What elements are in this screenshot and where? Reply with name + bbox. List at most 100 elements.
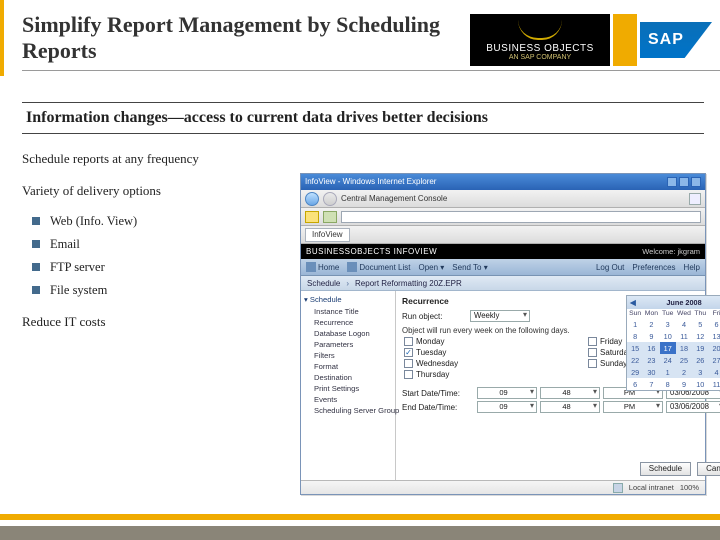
day-tuesday[interactable]: ✓Tuesday [404,348,566,357]
browser-tab[interactable]: InfoView [305,228,350,242]
checkbox-icon [588,337,597,346]
menu-prefs[interactable]: Preferences [632,263,675,272]
schedule-tree: ▾ Schedule Instance Title Recurrence Dat… [301,291,396,480]
crumb-schedule[interactable]: Schedule [307,279,340,288]
cal-day[interactable]: 8 [627,330,643,342]
delivery-item: FTP server [32,259,292,276]
footer-accent-gold [0,514,720,520]
end-min[interactable]: 48 [540,401,600,413]
cal-day[interactable]: 2 [676,366,692,378]
tree-item[interactable]: Parameters [304,339,392,350]
cal-day[interactable]: 8 [660,378,676,390]
schedule-button[interactable]: Schedule [640,462,691,476]
add-favorite-icon[interactable] [323,211,337,223]
tree-item[interactable]: Database Logon [304,328,392,339]
cal-day[interactable]: 18 [676,342,692,354]
cal-day[interactable]: 29 [627,366,643,378]
cal-day[interactable]: 6 [627,378,643,390]
recurrence-panel: Recurrence Run object: Weekly Object wil… [396,291,720,480]
cal-day[interactable]: 1 [660,366,676,378]
day-thursday[interactable]: Thursday [404,370,566,379]
ie-fav-bar [301,208,705,226]
cal-title: June 2008 [666,298,701,307]
search-field[interactable] [341,211,701,223]
favorites-icon[interactable] [305,211,319,223]
end-hour[interactable]: 09 [477,401,537,413]
cal-day[interactable]: 3 [660,318,676,330]
cal-day[interactable]: 27 [708,354,720,366]
cal-day[interactable]: 23 [643,354,659,366]
minimize-icon[interactable] [667,177,677,187]
tree-item[interactable]: Destination [304,372,392,383]
app-menu-bar: Home Document List Open ▾ Send To ▾ Log … [301,259,705,276]
forward-icon[interactable] [323,192,337,206]
menu-home[interactable]: Home [306,262,339,272]
cal-day[interactable]: 12 [692,330,708,342]
checkbox-icon [404,359,413,368]
tree-item[interactable]: Events [304,394,392,405]
bo-logo-subtext: AN SAP COMPANY [509,54,571,61]
cal-day[interactable]: 10 [692,378,708,390]
cal-day[interactable]: 9 [676,378,692,390]
cal-day[interactable]: 22 [627,354,643,366]
swoosh-icon [518,20,562,40]
cal-day[interactable]: 19 [692,342,708,354]
cal-day[interactable]: 4 [708,366,720,378]
refresh-icon[interactable] [689,193,701,205]
cal-day[interactable]: 1 [627,318,643,330]
tree-root[interactable]: ▾ Schedule [304,295,392,304]
tree-item[interactable]: Format [304,361,392,372]
cal-day[interactable]: 16 [643,342,659,354]
end-ampm[interactable]: PM [603,401,663,413]
cal-day[interactable]: 2 [643,318,659,330]
schedule-line: Schedule reports at any frequency [22,150,292,168]
ie-status-bar: Local intranet 100% [301,480,705,494]
menu-doclist[interactable]: Document List [347,262,410,272]
day-label: Thursday [416,370,449,379]
app-banner: BUSINESSOBJECTS INFOVIEW Welcome: jkgram [301,244,705,259]
cal-day[interactable]: 7 [643,378,659,390]
cal-day[interactable]: 17 [660,342,676,354]
start-hour[interactable]: 09 [477,387,537,399]
slide-title: Simplify Report Management by Scheduling… [22,12,442,65]
tree-item[interactable]: Instance Title [304,306,392,317]
cal-day[interactable]: 11 [676,330,692,342]
address-bar[interactable]: Central Management Console [341,194,685,203]
menu-logout[interactable]: Log Out [596,263,624,272]
tree-item[interactable]: Recurrence [304,317,392,328]
cal-day[interactable]: 24 [660,354,676,366]
menu-help[interactable]: Help [684,263,700,272]
day-monday[interactable]: Monday [404,337,566,346]
tree-item[interactable]: Filters [304,350,392,361]
cal-day[interactable]: 6 [708,318,720,330]
window-controls [667,177,701,187]
cal-day[interactable]: 4 [676,318,692,330]
cal-day[interactable]: 26 [692,354,708,366]
cal-day[interactable]: 5 [692,318,708,330]
footer-accent-grey [0,526,720,540]
cal-day[interactable]: 3 [692,366,708,378]
cal-day[interactable]: 13 [708,330,720,342]
menu-open[interactable]: Open ▾ [418,263,444,272]
cal-day[interactable]: 11 [708,378,720,390]
cal-day[interactable]: 10 [660,330,676,342]
run-object-select[interactable]: Weekly [470,310,530,322]
cal-dow: Thu [692,309,708,318]
maximize-icon[interactable] [679,177,689,187]
menu-send[interactable]: Send To ▾ [452,263,487,272]
cancel-button[interactable]: Cancel [697,462,720,476]
cal-dow: Wed [676,309,692,318]
end-date[interactable]: 03/06/2008 [666,401,720,413]
cal-day[interactable]: 15 [627,342,643,354]
tree-item[interactable]: Print Settings [304,383,392,394]
tree-item[interactable]: Scheduling Server Group [304,405,392,416]
cal-day[interactable]: 20 [708,342,720,354]
close-icon[interactable] [691,177,701,187]
cal-day[interactable]: 30 [643,366,659,378]
cal-day[interactable]: 25 [676,354,692,366]
start-min[interactable]: 48 [540,387,600,399]
day-wednesday[interactable]: Wednesday [404,359,566,368]
cal-day[interactable]: 9 [643,330,659,342]
cal-prev-icon[interactable]: ◀ [630,298,636,307]
back-icon[interactable] [305,192,319,206]
